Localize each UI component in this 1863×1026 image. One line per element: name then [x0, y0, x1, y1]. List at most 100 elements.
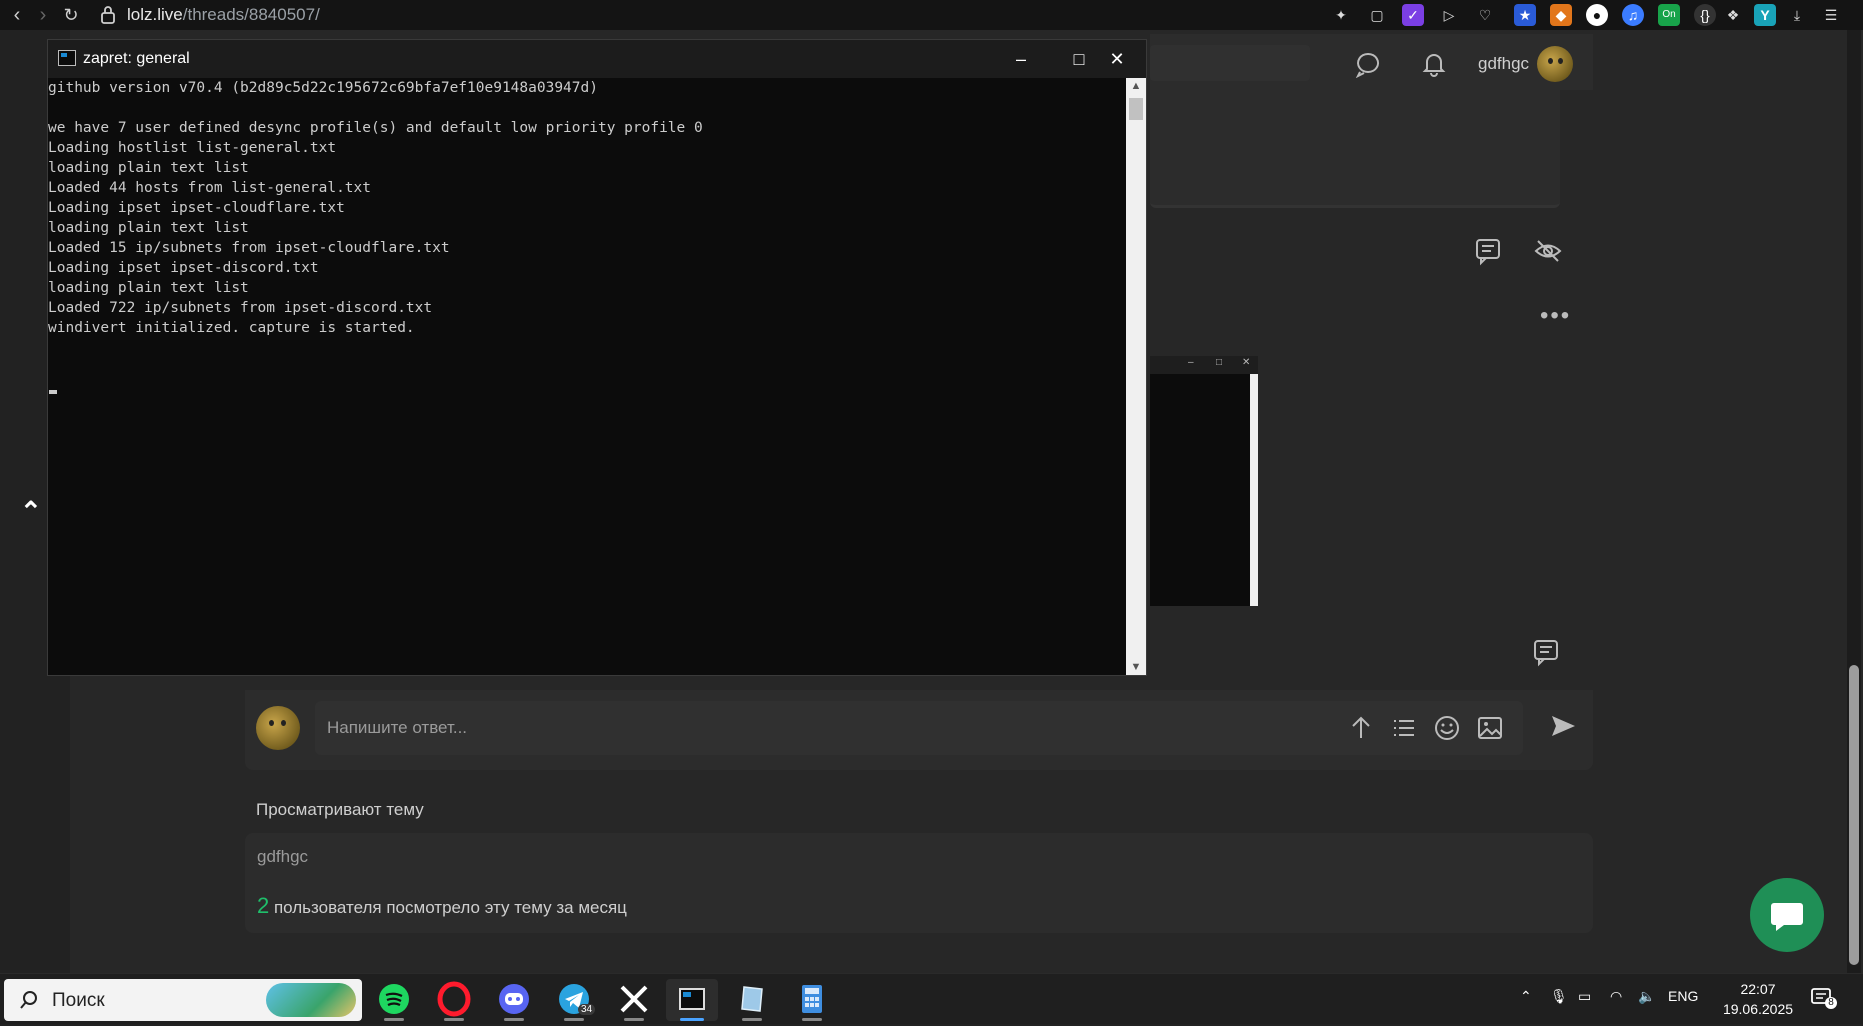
- reload-icon[interactable]: ↻: [60, 4, 82, 26]
- notepad-icon: [741, 986, 763, 1012]
- taskbar-spotify[interactable]: [368, 979, 420, 1021]
- console-window[interactable]: zapret: general – □ ✕ github version v70…: [47, 39, 1147, 676]
- lock-icon[interactable]: [98, 4, 118, 26]
- header-username[interactable]: gdfhgc: [1478, 54, 1529, 74]
- browser-toolbar: ‹ › ↻ lolz.live/threads/8840507/ ✦ ▢ ✓ ▷…: [0, 0, 1863, 30]
- notification-badge: 8: [1825, 997, 1837, 1009]
- download-icon[interactable]: ⤓: [1786, 4, 1808, 26]
- clock-time: 22:07: [1740, 981, 1776, 997]
- taskbar-tools[interactable]: [608, 979, 660, 1021]
- console-output: github version v70.4 (b2d89c5d22c195672c…: [48, 78, 1126, 675]
- calculator-icon: [802, 985, 822, 1013]
- menu-icon[interactable]: ☰: [1820, 4, 1842, 26]
- wifi-icon[interactable]: ◠: [1610, 988, 1622, 1005]
- console-line: Loading ipset ipset-discord.txt: [48, 260, 319, 276]
- console-cursor: [49, 390, 57, 394]
- header-avatar[interactable]: [1537, 46, 1573, 82]
- taskbar-telegram[interactable]: 34: [548, 979, 600, 1021]
- taskbar: Поиск 34 ⌃ 🎙 ▭ ◠ 🔈 ENG 22:07 19.06.2025 …: [0, 973, 1863, 1024]
- more-options-icon[interactable]: •••: [1540, 302, 1571, 330]
- scroll-down-arrow-icon[interactable]: ▼: [1126, 661, 1146, 673]
- extensions-puzzle-icon[interactable]: ❖: [1722, 4, 1744, 26]
- chat-fab-icon: [1771, 903, 1803, 931]
- viewers-title: Просматривают тему: [256, 800, 424, 819]
- console-titlebar[interactable]: zapret: general – □ ✕: [48, 40, 1146, 78]
- page-scrollbar[interactable]: [1847, 30, 1861, 973]
- spotify-icon: [379, 984, 409, 1014]
- post-content-block: [1150, 90, 1560, 208]
- scroll-up-chevron-icon[interactable]: ⌃: [20, 496, 42, 527]
- tools-icon: [620, 985, 648, 1013]
- ghost-extension-icon[interactable]: ●: [1586, 4, 1608, 26]
- back-icon[interactable]: ‹: [6, 4, 28, 26]
- header-search[interactable]: [1150, 45, 1310, 81]
- taskbar-calculator[interactable]: [786, 979, 838, 1021]
- monthly-views: 2 пользователя посмотрело эту тему за ме…: [257, 893, 627, 918]
- taskbar-discord[interactable]: [488, 979, 540, 1021]
- console-line: Loaded 44 hosts from list-general.txt: [48, 180, 372, 196]
- telegram-badge: 34: [578, 1004, 596, 1015]
- send-icon[interactable]: [1549, 712, 1577, 740]
- discord-icon: [499, 984, 529, 1014]
- list-format-icon[interactable]: [1390, 714, 1418, 742]
- battery-icon[interactable]: ▭: [1578, 988, 1591, 1005]
- json-extension-icon[interactable]: {}: [1694, 4, 1716, 26]
- volume-icon[interactable]: 🔈: [1638, 988, 1655, 1005]
- console-app-icon: [58, 50, 76, 66]
- scroll-up-arrow-icon[interactable]: ▲: [1126, 80, 1146, 92]
- taskbar-search[interactable]: Поиск: [4, 979, 362, 1021]
- embedded-console-screenshot: – □ ✕: [1150, 356, 1258, 606]
- emoji-icon[interactable]: [1433, 714, 1461, 742]
- pin-icon[interactable]: ✦: [1330, 4, 1352, 26]
- upload-arrow-icon[interactable]: [1347, 714, 1375, 742]
- console-line: github version v70.4 (b2d89c5d22c195672c…: [48, 80, 598, 96]
- taskbar-console[interactable]: [666, 979, 718, 1021]
- tray-chevron-icon[interactable]: ⌃: [1520, 988, 1532, 1005]
- heart-icon[interactable]: ♡: [1474, 4, 1496, 26]
- screenshot-icon[interactable]: ▢: [1366, 4, 1388, 26]
- telegram-icon: [559, 984, 589, 1014]
- microphone-icon[interactable]: 🎙: [1550, 988, 1568, 1005]
- notification-bell-icon[interactable]: [1420, 50, 1448, 78]
- chat-fab-button[interactable]: [1750, 878, 1824, 952]
- forward-icon[interactable]: ›: [32, 4, 54, 26]
- console-icon: [679, 988, 705, 1010]
- clock-date: 19.06.2025: [1722, 1001, 1794, 1017]
- viewer-username[interactable]: gdfhgc: [257, 847, 308, 867]
- notification-center-icon[interactable]: 8: [1810, 986, 1837, 1010]
- address-bar[interactable]: lolz.live/threads/8840507/: [127, 5, 320, 25]
- console-title: zapret: general: [83, 50, 190, 67]
- console-line: loading plain text list: [48, 280, 249, 296]
- play-icon[interactable]: ▷: [1438, 4, 1460, 26]
- console-scroll-thumb[interactable]: [1129, 98, 1143, 120]
- metamask-icon[interactable]: ◆: [1550, 4, 1572, 26]
- image-upload-icon[interactable]: [1476, 714, 1504, 742]
- hide-eye-icon[interactable]: [1533, 236, 1563, 266]
- console-line: loading plain text list: [48, 160, 249, 176]
- vpn-on-icon[interactable]: On: [1658, 4, 1680, 26]
- reply-input[interactable]: Напишите ответ...: [315, 701, 1523, 755]
- tab-manager-icon[interactable]: ★: [1514, 4, 1536, 26]
- reply-comment-icon-2[interactable]: [1531, 637, 1561, 667]
- opera-icon: [437, 981, 471, 1017]
- search-icon: [20, 991, 37, 1009]
- taskbar-opera[interactable]: [428, 979, 480, 1021]
- close-icon[interactable]: ✕: [1088, 40, 1146, 78]
- reply-avatar: [256, 706, 300, 750]
- console-line: loading plain text list: [48, 220, 249, 236]
- minimize-icon[interactable]: –: [992, 40, 1050, 78]
- taskbar-notes[interactable]: [726, 979, 778, 1021]
- console-line: windivert initialized. capture is starte…: [48, 320, 415, 336]
- profile-y-icon[interactable]: Y: [1754, 4, 1776, 26]
- console-scrollbar[interactable]: ▲ ▼: [1126, 78, 1146, 675]
- chat-bubble-icon[interactable]: [1354, 50, 1382, 78]
- shield-extension-icon[interactable]: ✓: [1402, 4, 1424, 26]
- viewers-box: gdfhgc 2 пользователя посмотрело эту тем…: [245, 833, 1593, 933]
- clock[interactable]: 22:07 19.06.2025: [1718, 979, 1798, 1019]
- reply-comment-icon[interactable]: [1473, 236, 1503, 266]
- media-extension-icon[interactable]: ♫: [1622, 4, 1644, 26]
- language-indicator[interactable]: ENG: [1668, 988, 1698, 1004]
- console-line: we have 7 user defined desync profile(s)…: [48, 120, 703, 136]
- console-line: Loaded 722 ip/subnets from ipset-discord…: [48, 300, 433, 316]
- console-line: Loading hostlist list-general.txt: [48, 140, 337, 156]
